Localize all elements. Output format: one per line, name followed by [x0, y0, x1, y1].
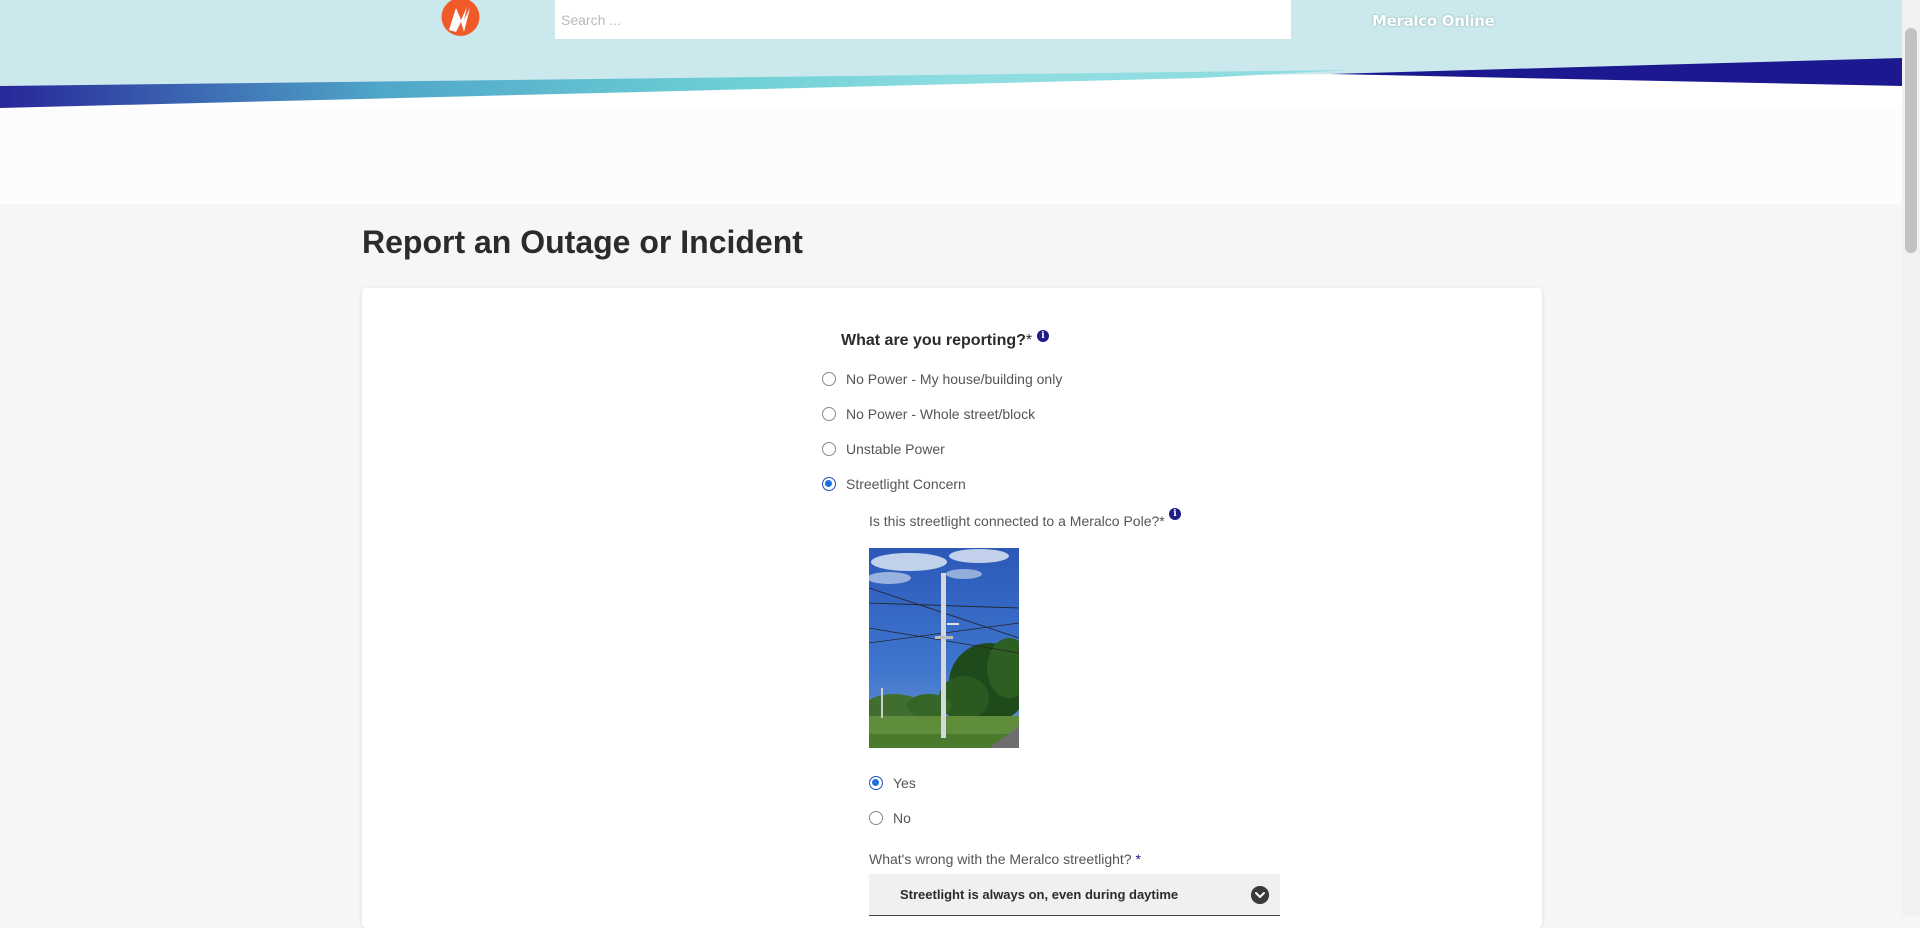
streetlight-issue-select[interactable]: Streetlight is always on, even during da… — [869, 874, 1280, 916]
radio-button[interactable] — [822, 372, 836, 386]
chevron-down-icon[interactable] — [1251, 886, 1269, 904]
radio-label: No — [893, 810, 911, 826]
radio-button-selected[interactable] — [869, 776, 883, 790]
radio-label: Unstable Power — [846, 441, 945, 457]
page-title: Report an Outage or Incident — [362, 224, 803, 260]
required-mark: * — [1135, 851, 1141, 867]
radio-label: Yes — [893, 775, 916, 791]
radio-button[interactable] — [822, 407, 836, 421]
streetlight-issue-label: What's wrong with the Meralco streetligh… — [869, 851, 1141, 867]
radio-option-no-power-street[interactable]: No Power - Whole street/block — [822, 406, 1035, 422]
radio-option-yes[interactable]: Yes — [869, 775, 916, 791]
select-value-clip: Streetlight is always on, even during da… — [869, 874, 1181, 915]
radio-button-selected[interactable] — [822, 477, 836, 491]
search-input[interactable] — [555, 0, 1291, 39]
meralco-online-link[interactable]: Meralco Online — [1372, 12, 1495, 30]
radio-button[interactable] — [869, 811, 883, 825]
radio-button[interactable] — [822, 442, 836, 456]
select-value: Streetlight is always on, even during da… — [900, 887, 1179, 902]
meralco-pole-photo — [869, 548, 1019, 748]
scrollbar-thumb[interactable] — [1905, 28, 1917, 253]
meralco-logo-icon[interactable] — [440, 0, 481, 37]
required-mark: * — [1025, 332, 1033, 349]
streetlight-issue-label-text: What's wrong with the Meralco streetligh… — [869, 851, 1132, 867]
site-header: Meralco Online — [0, 0, 1902, 110]
radio-option-no[interactable]: No — [869, 810, 911, 826]
info-icon[interactable]: i — [1037, 330, 1049, 342]
radio-label: No Power - Whole street/block — [846, 406, 1036, 422]
radio-label: Streetlight Concern — [846, 476, 966, 492]
radio-option-no-power-house[interactable]: No Power - My house/building only — [822, 371, 1062, 387]
reporting-question: What are you reporting?* — [841, 332, 1032, 350]
pole-question: Is this streetlight connected to a Meral… — [869, 513, 1165, 529]
reporting-question-text: What are you reporting? — [841, 332, 1026, 349]
page-scrollbar[interactable] — [1902, 0, 1920, 916]
header-spacer — [0, 110, 1902, 204]
radio-option-unstable-power[interactable]: Unstable Power — [822, 441, 945, 457]
radio-label: No Power - My house/building only — [846, 371, 1063, 387]
info-icon[interactable]: i — [1169, 508, 1181, 520]
radio-option-streetlight-concern[interactable]: Streetlight Concern — [822, 476, 966, 492]
